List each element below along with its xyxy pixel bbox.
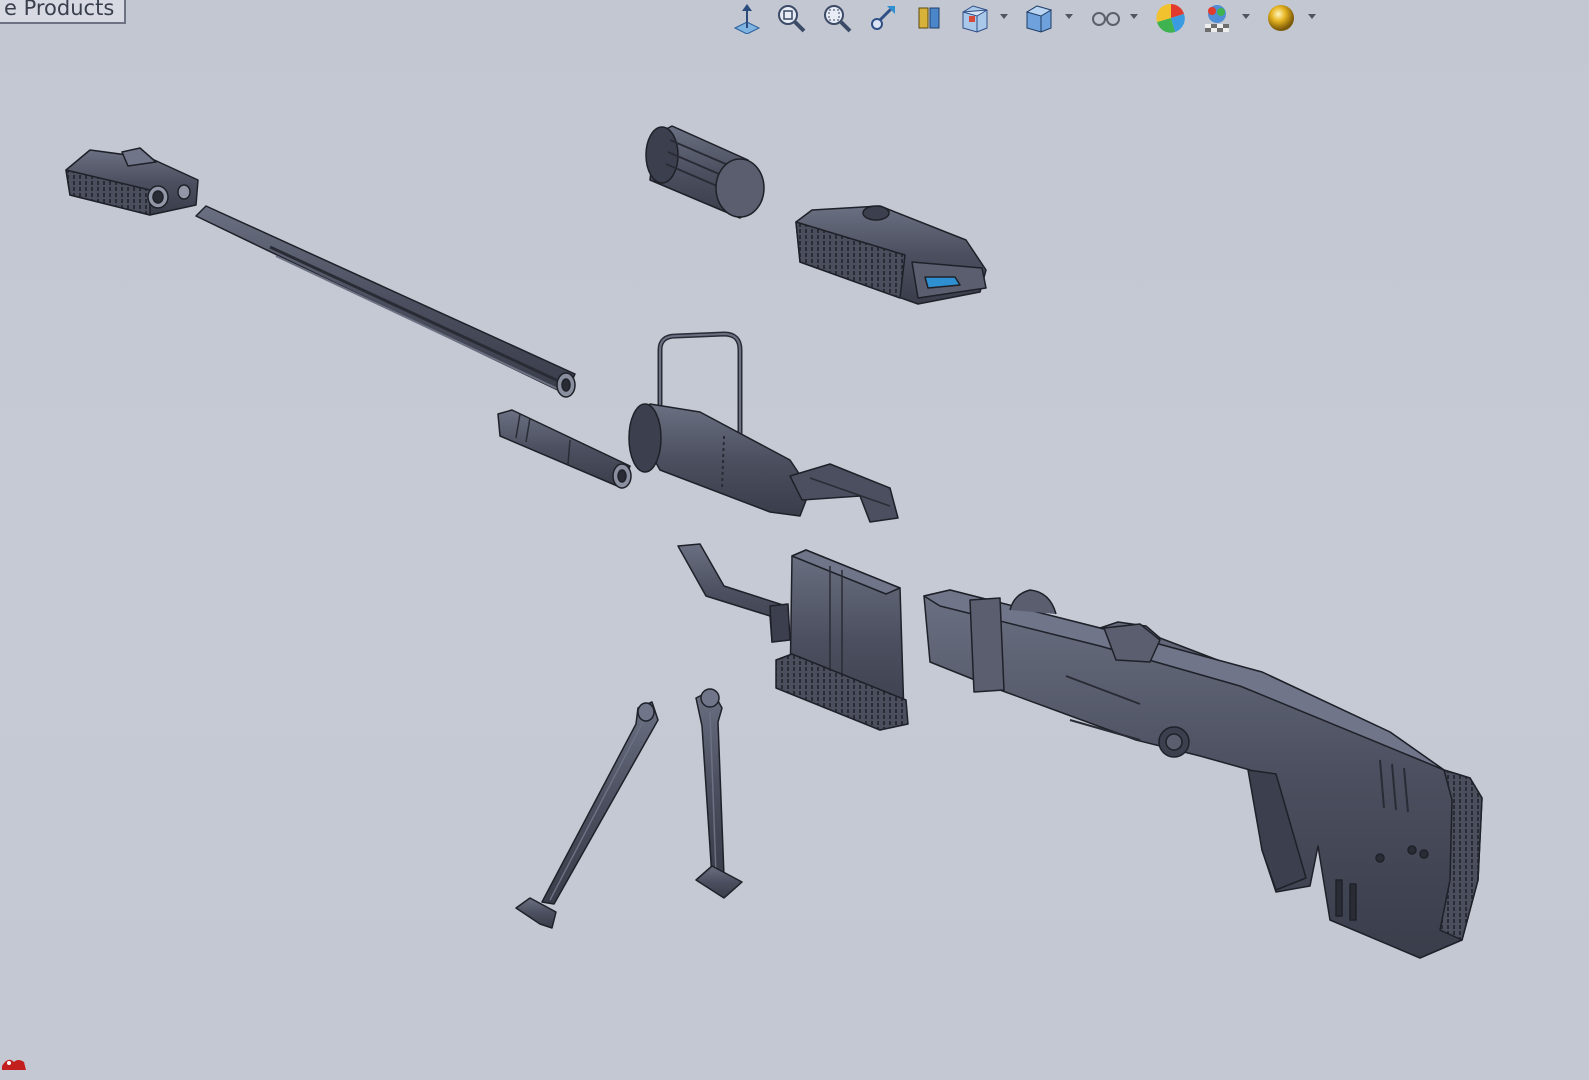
magazine[interactable] xyxy=(775,549,909,731)
coordinate-triad-icon xyxy=(2,1059,26,1070)
grip-cylinder[interactable] xyxy=(645,125,765,219)
muzzle-brake[interactable] xyxy=(65,147,199,216)
receiver-stock[interactable] xyxy=(923,589,1483,959)
rail-bracket[interactable] xyxy=(677,543,791,643)
exploded-assembly-model[interactable] xyxy=(0,0,1589,1080)
scope-with-handle[interactable] xyxy=(628,331,899,523)
scope-mount-block[interactable] xyxy=(795,205,987,305)
barrel[interactable] xyxy=(195,205,576,398)
graphics-area[interactable]: e Products xyxy=(0,0,1589,1080)
bolt[interactable] xyxy=(497,409,632,489)
bipod-leg-left[interactable] xyxy=(515,701,659,929)
bipod-leg-right[interactable] xyxy=(695,688,743,899)
